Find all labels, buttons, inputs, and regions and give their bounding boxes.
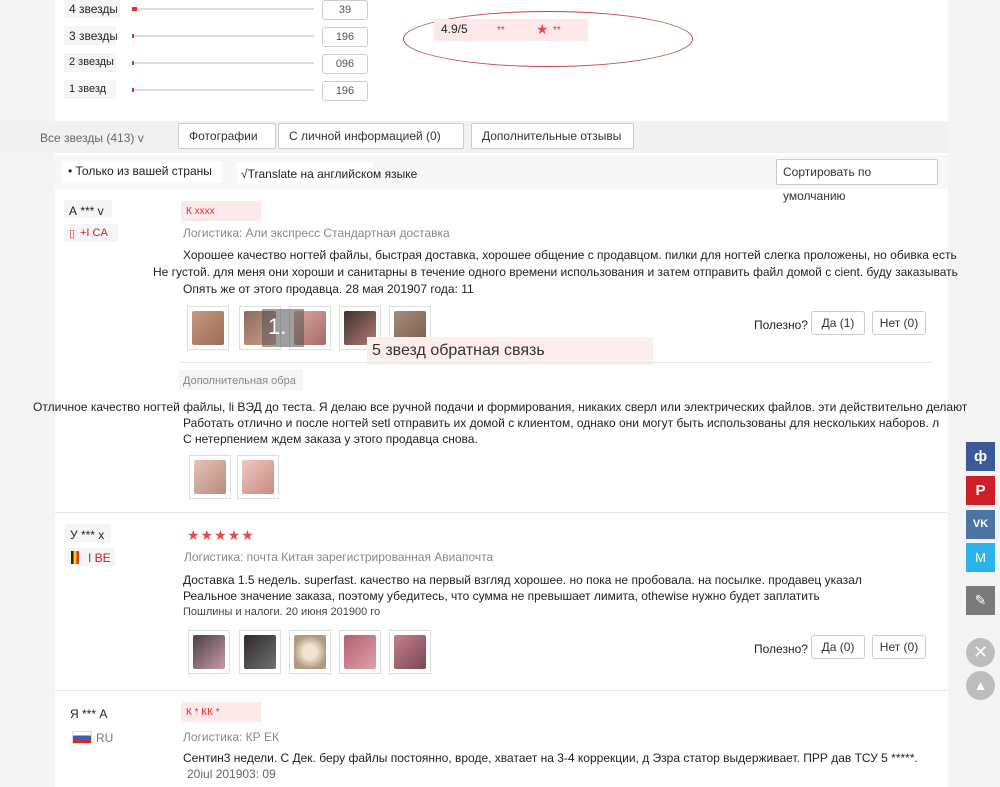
review-1-line-3: Опять же от этого продавца. 28 мая 20190… — [183, 282, 474, 296]
rating-row-4-label[interactable]: 1 звезд — [69, 83, 106, 95]
rating-row-2-bar — [132, 34, 314, 38]
rating-row-3-bar — [132, 61, 314, 65]
all-stars-filter[interactable]: Все звезды (413) v — [40, 131, 144, 145]
overlay-caption: 5 звезд обратная связь — [372, 342, 545, 359]
edit-icon[interactable]: ✎ — [966, 586, 995, 615]
review-1-country: +I CA — [80, 227, 108, 239]
review-2-line-2: Реальное значение заказа, поэтому убедит… — [183, 589, 820, 603]
review-1-helpful-label: Полезно? — [754, 318, 808, 332]
review-1-user: А *** v — [69, 204, 104, 218]
flag-icon: ▯ — [69, 228, 76, 240]
translate-toggle[interactable]: √Translate на английском языке — [241, 167, 417, 181]
review-2-logistics: Логистика: почта Китая зарегистрированна… — [184, 550, 494, 564]
rating-row-4-count: 196 — [322, 81, 368, 101]
review-1-additional-line-1: Отличное качество ногтей файлы, li ВЭД д… — [33, 400, 968, 414]
review-2-photo-4[interactable] — [339, 630, 381, 674]
close-icon[interactable]: ✕ — [966, 638, 995, 667]
review-1-yes-button[interactable]: Да (1) — [811, 311, 865, 335]
rating-row-4-bar-fill — [132, 88, 134, 92]
overall-score: 4.9/5 — [441, 22, 468, 36]
additional-reviews-filter-button[interactable]: Дополнительные отзывы (23) — [471, 123, 634, 167]
rating-row-3-bar-fill — [132, 61, 134, 65]
facebook-share-button[interactable]: ф — [966, 442, 995, 471]
rating-row-3-count: 096 — [322, 54, 368, 74]
review-divider-1 — [55, 512, 948, 513]
review-2-photo-1[interactable] — [188, 630, 230, 674]
review-1-line-2: Не густой. для меня они хороши и санитар… — [153, 265, 958, 279]
rating-row-2-count: 196 — [322, 27, 368, 47]
review-2-photo-5[interactable] — [389, 630, 431, 674]
review-3-user: Я *** А — [70, 707, 108, 721]
review-1-inner-divider — [181, 362, 931, 363]
rating-row-2-label[interactable]: 3 звезды — [69, 29, 117, 43]
review-1-no-button[interactable]: Нет (0) — [872, 311, 926, 335]
overlay-number: 1. — [268, 314, 287, 339]
rating-row-2-bar-fill — [132, 34, 134, 38]
review-2-stars: ★★★★★ — [187, 527, 255, 543]
review-1-additional-label: Дополнительная обра — [183, 375, 296, 387]
review-3-country: RU — [96, 731, 114, 745]
review-1-additional-photo-1[interactable] — [189, 455, 231, 499]
review-2-helpful-label: Полезно? — [754, 642, 808, 656]
review-2-photo-3[interactable] — [289, 630, 331, 674]
rating-row-4-bar — [132, 88, 314, 92]
review-1-logistics: Логистика: Али экспресс Стандартная дост… — [183, 226, 450, 240]
review-3-logistics: Логистика: КР ЕК — [183, 730, 280, 744]
review-1-line-1: Хорошее качество ногтей файлы, быстрая д… — [183, 248, 957, 262]
personal-info-filter-button[interactable]: С личной информацией (0) — [278, 123, 464, 149]
rating-row-1-bar-fill — [132, 7, 138, 11]
review-1-additional-line-3: С нетерпением ждем заказа у этого продав… — [183, 432, 478, 446]
rating-row-1-count: 39 — [322, 0, 368, 20]
star-icon: ★ — [536, 21, 549, 37]
review-1-additional-line-2: Работать отлично и после ногтей setl отп… — [183, 416, 940, 430]
review-2-photo-2[interactable] — [239, 630, 281, 674]
review-2-yes-button[interactable]: Да (0) — [811, 635, 865, 659]
overall-stars-right: ** — [553, 25, 561, 36]
rating-row-1-label[interactable]: 4 звезды — [69, 2, 117, 16]
rating-row-1-bar — [132, 7, 314, 11]
flag-icon — [72, 731, 92, 744]
vk-share-button[interactable]: VK — [966, 510, 995, 539]
review-3-rating: К * КК * — [186, 707, 220, 718]
own-country-filter[interactable]: • Только из вашей страны — [68, 164, 212, 178]
review-3-line-2: 20iul 201903: 09 — [187, 767, 276, 781]
mail-share-button[interactable]: M — [966, 543, 995, 572]
review-1-additional-photo-2[interactable] — [237, 455, 279, 499]
scroll-top-icon[interactable]: ▲ — [966, 671, 995, 700]
overall-stars-left: ** — [497, 25, 505, 36]
pinterest-share-button[interactable]: P — [966, 476, 995, 505]
review-2-line-3: Пошлины и налоги. 20 июня 201900 го — [183, 606, 381, 618]
review-2-line-1: Доставка 1.5 недель. superfast. качество… — [183, 573, 862, 587]
review-3-line-1: Сентин3 недели. С Дек. беру файлы постоя… — [183, 751, 918, 765]
review-divider-2 — [55, 690, 948, 691]
review-2-country: I BE — [88, 551, 111, 565]
review-2-user: У *** х — [70, 528, 105, 542]
rating-row-3-label[interactable]: 2 звезды — [69, 56, 114, 68]
review-1-rating: К хххх — [186, 206, 215, 217]
flag-icon — [71, 551, 79, 564]
review-1-photo-1[interactable] — [187, 306, 229, 350]
review-2-no-button[interactable]: Нет (0) — [872, 635, 926, 659]
photos-filter-button[interactable]: Фотографии (46) — [178, 123, 276, 167]
sort-dropdown[interactable]: Сортировать по умолчанию — [776, 159, 938, 203]
